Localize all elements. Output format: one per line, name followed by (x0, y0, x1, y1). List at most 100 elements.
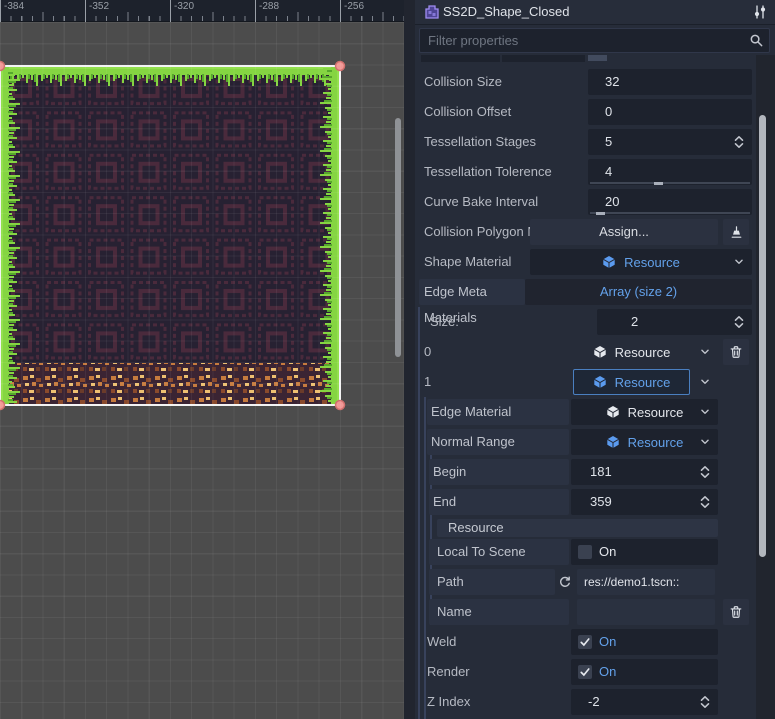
row-edge-meta-materials[interactable]: Edge Meta Materials Array (size 2) (415, 279, 775, 305)
updown-icon[interactable] (731, 134, 747, 150)
slider-grabber[interactable] (654, 182, 663, 185)
checkbox-checked[interactable] (578, 635, 592, 649)
begin-spinner[interactable]: 181 (571, 459, 718, 485)
row-path: Path res://demo1.tscn:: (415, 569, 775, 595)
canvas-viewport[interactable]: -384 -352 -320 -288 -256 (0, 0, 404, 719)
clipped-fragment (502, 55, 585, 62)
shape-material-resource-dropdown[interactable]: Resource (530, 249, 752, 275)
row-name: Name (415, 599, 775, 625)
property-label: Begin (429, 459, 569, 485)
grass-edge-left (0, 66, 26, 405)
z-index-spinner[interactable]: -2 (571, 689, 718, 715)
property-label: Edge Material (427, 399, 569, 425)
property-label: Weld (427, 629, 456, 655)
collision-size-input[interactable]: 32 (588, 69, 752, 95)
vertex-handle[interactable] (0, 62, 5, 71)
updown-icon[interactable] (697, 694, 713, 710)
clear-node-button[interactable] (723, 219, 749, 245)
resource-dropdown-label: Resource (624, 255, 680, 270)
viewport-vertical-scrollbar[interactable] (395, 118, 401, 357)
property-label: Name (429, 599, 569, 625)
tessellation-stages-spinner[interactable]: 5 (588, 129, 752, 155)
delete-element-button[interactable] (723, 339, 749, 365)
revert-icon[interactable] (558, 575, 572, 589)
resource-section-row: Resource (415, 519, 775, 537)
checkbox-label: On (599, 539, 616, 565)
checkbox-label: On (599, 659, 616, 685)
element-index-label: 0 (424, 339, 431, 365)
resource-dropdown-label: Resource (628, 435, 684, 450)
property-label: Local To Scene (429, 539, 569, 565)
property-label: Curve Bake Interval (424, 189, 538, 215)
property-label: Normal Range (427, 429, 569, 455)
trash-icon (729, 345, 743, 359)
name-input[interactable] (577, 599, 715, 625)
resource-cube-icon (606, 435, 620, 449)
row-begin: Begin 181 (415, 459, 775, 485)
checkbox-label: On (599, 629, 616, 655)
delete-element-button[interactable] (723, 599, 749, 625)
path-input[interactable]: res://demo1.tscn:: (577, 569, 715, 595)
resource-section-header[interactable]: Resource (437, 519, 718, 537)
property-label: Path (429, 569, 555, 595)
chevron-down-icon (698, 435, 712, 449)
ruler-label: -384 (0, 0, 24, 22)
assign-node-button[interactable]: Assign... (530, 219, 718, 245)
slider-grabber[interactable] (596, 212, 605, 215)
element-index-label: 1 (424, 369, 431, 395)
updown-icon[interactable] (697, 494, 713, 510)
row-shape-material: Shape Material Resource (415, 249, 775, 275)
panel-divider (404, 0, 415, 719)
row-normal-range: Normal Range Resource (415, 429, 775, 455)
weld-checkbox-row[interactable]: On (571, 629, 718, 655)
collision-offset-input[interactable]: 0 (588, 99, 752, 125)
property-label: Size: (430, 309, 459, 335)
property-label: Shape Material (424, 249, 511, 275)
row-render: Render On (415, 659, 775, 685)
vertex-handle[interactable] (336, 62, 345, 71)
chevron-down-icon[interactable] (698, 345, 712, 359)
inspector-tools-icon[interactable] (752, 4, 768, 20)
render-checkbox-row[interactable]: On (571, 659, 718, 685)
row-end: End 359 (415, 489, 775, 515)
filter-properties-input[interactable] (419, 28, 770, 53)
end-spinner[interactable]: 359 (571, 489, 718, 515)
vertex-handle[interactable] (336, 401, 345, 410)
horizontal-ruler: -384 -352 -320 -288 -256 (0, 0, 404, 22)
local-to-scene-checkbox-row[interactable]: On (571, 539, 718, 565)
property-label: Z Index (427, 689, 470, 715)
vertex-handle[interactable] (0, 401, 5, 410)
property-list: Collision Size 32 Collision Offset 0 Tes… (415, 55, 775, 719)
resource-cube-icon (593, 345, 607, 359)
property-label: Render (427, 659, 470, 685)
checkbox-unchecked[interactable] (578, 545, 592, 559)
search-icon (749, 33, 764, 48)
row-tessellation-tolerence: Tessellation Tolerence 4 (415, 159, 775, 185)
trash-icon (729, 605, 743, 619)
spinner-value: -2 (571, 689, 718, 715)
row-local-to-scene: Local To Scene On (415, 539, 775, 565)
row-collision-polygon-node: Collision Polygon Node Assign... (415, 219, 775, 245)
broom-icon (729, 225, 744, 240)
spinner-value: 2 (597, 309, 752, 335)
chevron-down-icon[interactable] (698, 375, 712, 389)
array-size-spinner[interactable]: 2 (597, 309, 752, 335)
checkbox-checked[interactable] (578, 665, 592, 679)
element-1-resource-dropdown[interactable]: Resource (573, 369, 690, 395)
edge-material-resource-dropdown[interactable]: Resource (571, 399, 718, 425)
normal-range-resource-dropdown[interactable]: Resource (571, 429, 718, 455)
inspector-scrollbar-thumb[interactable] (759, 115, 766, 557)
resource-cube-icon (593, 375, 607, 389)
updown-icon[interactable] (697, 464, 713, 480)
property-label: Tessellation Tolerence (424, 159, 552, 185)
updown-icon[interactable] (731, 314, 747, 330)
curve-bake-interval-slider[interactable]: 20 (588, 189, 752, 215)
chevron-down-icon (732, 255, 746, 269)
tessellation-tolerence-slider[interactable]: 4 (588, 159, 752, 185)
array-expand-button[interactable]: Array (size 2) (525, 279, 752, 305)
element-0-resource-dropdown[interactable]: Resource (573, 339, 690, 365)
inspector-panel: SS2D_Shape_Closed Collision Size 32 (415, 0, 775, 719)
ss2d-shape[interactable] (0, 62, 344, 410)
chevron-down-icon (698, 405, 712, 419)
spinner-value: 359 (571, 489, 718, 515)
